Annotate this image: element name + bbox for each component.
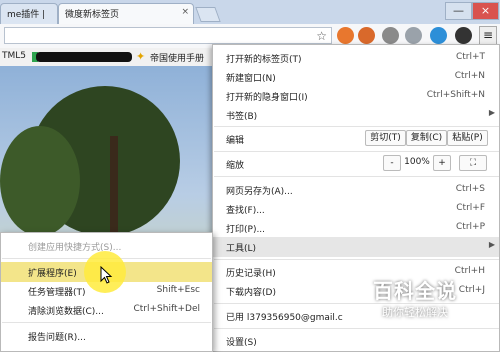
address-bar[interactable]: ☆	[4, 27, 332, 44]
menu-item-label: 打印(P)...	[226, 225, 266, 235]
zoom-out-button[interactable]: -	[383, 155, 401, 171]
zoom-level: 100%	[404, 157, 430, 167]
orange-circle-icon[interactable]	[337, 27, 354, 44]
menu-item-label: 编辑	[226, 136, 245, 146]
copy-button[interactable]: 复制(C)	[406, 130, 447, 146]
menu-item-shortcut: Ctrl+P	[456, 222, 485, 232]
menu-divider	[214, 328, 499, 329]
menu-item-label: 打开新的隐身窗口(I)	[226, 93, 308, 103]
menu-item-find[interactable]: 查找(F)... Ctrl+F	[213, 199, 499, 219]
menu-item-settings[interactable]: 设置(S)	[213, 331, 499, 351]
menu-item-incognito[interactable]: 打开新的隐身窗口(I) Ctrl+Shift+N	[213, 86, 499, 106]
menu-item-label: 新建窗口(N)	[226, 74, 276, 84]
menu-item-shortcut: Ctrl+N	[454, 71, 485, 81]
menu-row-edit: 编辑 剪切(T) 复制(C) 粘贴(P)	[213, 129, 499, 149]
gray-circle-icon[interactable]	[405, 27, 422, 44]
watermark-title: 百科全说	[373, 279, 457, 303]
watermark-logo: 百科全说 助你轻松解决	[360, 275, 470, 325]
close-icon[interactable]: ×	[181, 7, 189, 17]
new-tab-button[interactable]	[195, 7, 221, 22]
submenu-item-clear-data[interactable]: 清除浏览数据(C)... Ctrl+Shift+Del	[1, 300, 212, 320]
zoom-in-button[interactable]: +	[433, 155, 451, 171]
menu-item-shortcut: Ctrl+T	[455, 52, 485, 62]
tab-strip: me插件 | 微度新标签页 × — ×	[0, 0, 500, 24]
menu-item-label: 任务管理器(T)	[28, 288, 86, 298]
tab-label: 微度新标签页	[65, 10, 120, 20]
cursor-icon	[100, 266, 113, 284]
menu-item-label: 工具(L)	[226, 244, 257, 254]
menu-divider	[214, 259, 499, 260]
chevron-right-icon: ▶	[488, 108, 495, 117]
menu-divider	[214, 151, 499, 152]
tab-label: me插件 |	[7, 10, 46, 20]
bookmark-html5[interactable]: TML5	[2, 51, 26, 61]
black-logo-icon[interactable]	[455, 27, 472, 44]
watermark-subtitle: 助你轻松解决	[382, 306, 448, 319]
cut-button[interactable]: 剪切(T)	[365, 130, 406, 146]
menu-divider	[214, 126, 499, 127]
menu-item-new-window[interactable]: 新建窗口(N) Ctrl+N	[213, 67, 499, 87]
menu-item-shortcut: Ctrl+Shift+N	[426, 90, 485, 100]
menu-icon[interactable]: ≡	[479, 26, 497, 45]
menu-item-tools[interactable]: 工具(L) ▶	[213, 237, 499, 257]
tree-image	[0, 126, 80, 236]
menu-item-shortcut: Shift+Esc	[156, 285, 200, 295]
gear-icon[interactable]	[382, 27, 399, 44]
tab-new-tab-page[interactable]: 微度新标签页 ×	[58, 3, 194, 24]
menu-item-label: 设置(S)	[226, 338, 257, 348]
menu-item-label: 已用 l379356950@gmail.c	[226, 313, 343, 323]
bookmark-icon: ✦	[136, 50, 146, 63]
menu-item-label: 报告问题(R)...	[28, 333, 86, 343]
bookmark-manual[interactable]: 帝国使用手册	[150, 51, 204, 64]
star-icon[interactable]: ☆	[316, 29, 327, 43]
menu-item-save-page[interactable]: 网页另存为(A)... Ctrl+S	[213, 180, 499, 200]
chevron-right-icon: ▶	[488, 240, 495, 249]
menu-item-label: 扩展程序(E)	[28, 269, 77, 279]
menu-item-shortcut: Ctrl+Shift+Del	[133, 304, 200, 314]
bookmarks-bar: TML5 ✦ 帝国使用手册	[0, 48, 215, 67]
paste-button[interactable]: 粘贴(P)	[447, 130, 488, 146]
redacted-bookmark	[36, 52, 132, 62]
menu-divider	[2, 322, 211, 323]
menu-item-shortcut: Ctrl+S	[455, 184, 485, 194]
minimize-button[interactable]: —	[445, 2, 472, 20]
menu-item-print[interactable]: 打印(P)... Ctrl+P	[213, 218, 499, 238]
blue-circle-icon[interactable]	[430, 27, 447, 44]
menu-item-label: 清除浏览数据(C)...	[28, 307, 104, 317]
menu-item-label: 网页另存为(A)...	[226, 187, 293, 197]
menu-item-label: 打开新的标签页(T)	[226, 55, 302, 65]
dog-icon[interactable]	[358, 27, 375, 44]
menu-item-label: 缩放	[226, 161, 245, 171]
fullscreen-icon[interactable]: ⛶	[459, 155, 487, 171]
menu-item-label: 历史记录(H)	[226, 269, 276, 279]
close-window-button[interactable]: ×	[472, 2, 499, 20]
tab-plugins[interactable]: me插件 |	[0, 3, 58, 24]
menu-item-new-tab[interactable]: 打开新的标签页(T) Ctrl+T	[213, 48, 499, 68]
menu-item-bookmarks[interactable]: 书签(B) ▶	[213, 105, 499, 125]
menu-divider	[214, 176, 499, 177]
submenu-item-report-issue[interactable]: 报告问题(R)...	[1, 326, 212, 346]
menu-row-zoom: 缩放 - 100% + ⛶	[213, 154, 499, 174]
menu-item-label: 下载内容(D)	[226, 288, 276, 298]
menu-item-label: 书签(B)	[226, 112, 258, 122]
menu-item-shortcut: Ctrl+F	[456, 203, 485, 213]
menu-item-label: 查找(F)...	[226, 206, 265, 216]
